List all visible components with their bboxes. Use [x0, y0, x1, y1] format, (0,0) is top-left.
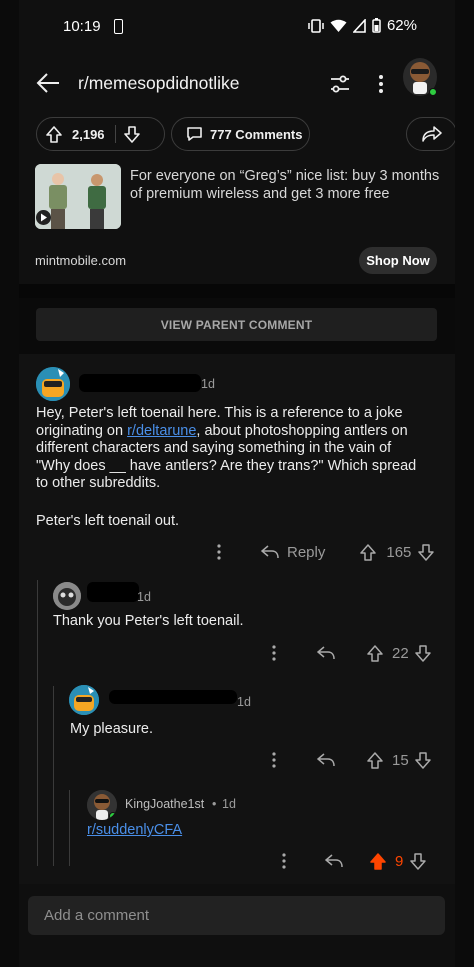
battery-icon [372, 18, 381, 33]
comment-more-icon[interactable] [270, 644, 278, 662]
share-icon [422, 126, 442, 142]
downvote-icon[interactable] [410, 852, 427, 870]
comment-avatar[interactable] [36, 367, 70, 401]
comment-more-icon[interactable] [280, 852, 288, 870]
comment-avatar[interactable] [87, 790, 117, 820]
ad-domain[interactable]: mintmobile.com [35, 253, 126, 268]
promoted-ad[interactable]: For everyone on “Greg’s” nice list: buy … [35, 164, 439, 234]
share-button[interactable] [406, 117, 455, 151]
subreddit-title[interactable]: r/memesopdidnotlike [78, 73, 239, 94]
comment-score: 9 [395, 852, 404, 870]
sort-filter-icon[interactable] [328, 72, 352, 96]
downvote-icon[interactable] [418, 543, 435, 561]
vote-divider [114, 125, 116, 143]
thread-line-2 [53, 686, 54, 866]
comment-body: Hey, Peter's left toenail here. This is … [36, 405, 421, 493]
overflow-menu-icon[interactable] [377, 72, 385, 96]
comment-action-row: Reply 165 [215, 540, 440, 564]
upvote-icon[interactable] [46, 125, 62, 143]
app-screen: 10:19 62% r/memesopdidnotlike 2,196 777 [19, 0, 455, 967]
comment-count: 777 Comments [210, 126, 303, 142]
reply-icon[interactable] [325, 854, 343, 868]
comment-age: 1d [201, 377, 215, 391]
comment-action-row: 9 [280, 849, 440, 873]
add-comment-input[interactable]: Add a comment [28, 896, 445, 935]
comment-score: 15 [392, 751, 409, 769]
ad-thumbnail[interactable] [35, 164, 121, 229]
battery-saver-icon [114, 19, 123, 34]
age-separator-dot: • [212, 797, 217, 811]
view-parent-bar: VIEW PARENT COMMENT [19, 298, 455, 354]
status-bar: 10:19 62% [19, 0, 455, 52]
upvote-icon[interactable] [367, 644, 383, 662]
comment-more-icon[interactable] [270, 751, 278, 769]
comment-bubble-icon [187, 127, 202, 141]
comment-score: 165 [386, 543, 412, 561]
reply-button[interactable]: Reply [287, 544, 325, 561]
view-parent-comment-button[interactable]: VIEW PARENT COMMENT [36, 308, 437, 341]
top-app-bar: r/memesopdidnotlike [19, 52, 455, 114]
subreddit-link[interactable]: r/suddenlyCFA [87, 822, 182, 838]
redacted-username [109, 690, 237, 704]
post-action-bar: 2,196 777 Comments [35, 117, 455, 151]
comments-pill[interactable]: 777 Comments [171, 117, 310, 151]
shop-now-button[interactable]: Shop Now [359, 247, 437, 274]
vote-pill: 2,196 [36, 117, 165, 151]
status-time: 10:19 [63, 18, 101, 35]
comment-username[interactable]: KingJoathe1st [125, 797, 204, 811]
comment-avatar[interactable] [53, 582, 81, 610]
comment-body: Thank you Peter's left toenail. [53, 613, 244, 629]
upvote-icon[interactable] [367, 751, 383, 769]
section-separator [19, 284, 455, 298]
downvote-icon[interactable] [123, 125, 140, 143]
status-icons: 62% [308, 17, 417, 34]
thread-line-1 [37, 580, 38, 866]
comment-action-row: 15 [270, 748, 440, 772]
reply-icon[interactable] [261, 545, 279, 559]
comment-avatar[interactable] [69, 685, 99, 715]
comment-more-icon[interactable] [215, 543, 223, 561]
comment-signoff: Peter's left toenail out. [36, 513, 180, 529]
comment-score: 22 [392, 644, 409, 662]
battery-level: 62% [386, 17, 417, 34]
thread-line-3 [69, 790, 70, 866]
redacted-username [87, 582, 139, 602]
comment-action-row: 22 [270, 641, 440, 665]
upvote-active-icon[interactable] [370, 852, 386, 870]
back-arrow-icon[interactable] [35, 70, 61, 96]
downvote-icon[interactable] [414, 751, 431, 769]
redacted-username [79, 374, 201, 392]
comment-thread: 1d Hey, Peter's left toenail here. This … [19, 354, 455, 884]
upvote-icon[interactable] [360, 543, 377, 561]
comment-composer-bar: Add a comment [19, 884, 455, 967]
signal-icon [352, 18, 366, 33]
post-score: 2,196 [72, 126, 105, 142]
subreddit-link[interactable]: r/deltarune [127, 423, 196, 439]
comment-age: 1d [137, 590, 151, 604]
downvote-icon[interactable] [414, 644, 431, 662]
reply-icon[interactable] [317, 753, 335, 767]
comment-body: r/suddenlyCFA [87, 822, 182, 840]
wifi-icon [330, 19, 347, 32]
reply-icon[interactable] [317, 646, 335, 660]
user-avatar[interactable] [403, 58, 437, 96]
comment-age: 1d [222, 797, 236, 811]
ad-headline[interactable]: For everyone on “Greg’s” nice list: buy … [130, 167, 445, 203]
comment-age: 1d [237, 695, 251, 709]
vibrate-icon [308, 18, 324, 33]
comment-body: My pleasure. [70, 721, 154, 737]
